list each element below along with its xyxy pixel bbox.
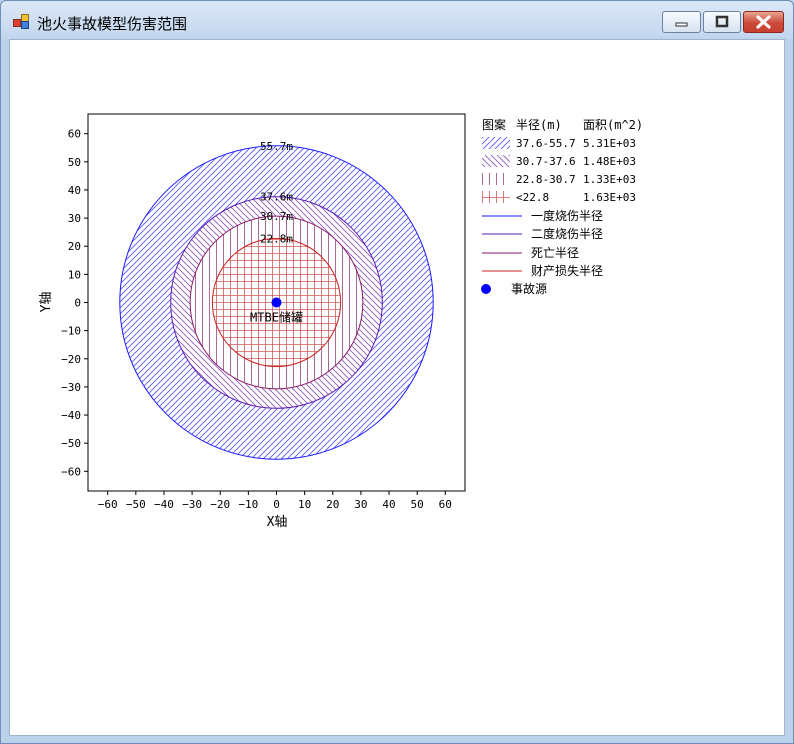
- x-tick-label: 60: [439, 498, 452, 511]
- legend-header-area: 面积(m^2): [583, 118, 643, 132]
- legend-zone-1-range: 37.6-55.7: [516, 137, 576, 150]
- radius-label-1: 55.7m: [260, 140, 293, 153]
- y-tick-label: −20: [61, 353, 81, 366]
- x-tick-label: −40: [154, 498, 174, 511]
- y-tick-label: −60: [61, 465, 81, 478]
- y-tick-label: 50: [68, 156, 81, 169]
- legend-zone-4-area: 1.63E+03: [583, 191, 636, 204]
- accident-source-marker: [271, 297, 282, 308]
- legend-zone-2-range: 30.7-37.6: [516, 155, 576, 168]
- maximize-button[interactable]: [703, 11, 741, 33]
- x-tick-label: −10: [238, 498, 258, 511]
- radius-label-3: 30.7m: [260, 210, 293, 223]
- x-tick-label: −30: [182, 498, 202, 511]
- y-tick-label: 40: [68, 184, 81, 197]
- y-tick-label: −40: [61, 409, 81, 422]
- radius-label-2: 37.6m: [260, 191, 293, 204]
- legend-line-first-degree-label: 一度烧伤半径: [531, 208, 603, 223]
- y-tick-label: −10: [61, 325, 81, 338]
- legend-zone-3-range: 22.8-30.7: [516, 173, 576, 186]
- x-tick-label: −20: [210, 498, 230, 511]
- legend-zone-4-range: <22.8: [516, 191, 549, 204]
- legend-source-marker: [481, 284, 491, 294]
- legend-swatch-zone-2: [482, 155, 510, 167]
- legend-source-label: 事故源: [511, 281, 547, 296]
- window-title: 池火事故模型伤害范围: [37, 15, 188, 33]
- legend-line-second-degree-label: 二度烧伤半径: [531, 226, 603, 241]
- accident-source-label: MTBE储罐: [250, 310, 303, 325]
- legend-header-radius: 半径(m): [516, 118, 562, 132]
- x-tick-label: 10: [298, 498, 311, 511]
- y-tick-label: 60: [68, 128, 81, 141]
- x-tick-label: 20: [326, 498, 339, 511]
- legend-line-death-label: 死亡半径: [531, 246, 579, 260]
- legend-swatch-zone-4: [482, 191, 510, 203]
- title-bar[interactable]: 池火事故模型伤害范围: [1, 1, 793, 39]
- y-tick-label: 0: [74, 297, 81, 310]
- legend-swatch-zone-3: [482, 173, 510, 185]
- close-button[interactable]: [743, 11, 784, 33]
- legend: 图案 半径(m) 面积(m^2) 37.6-55.7 5.31E+03 30.7…: [481, 117, 643, 296]
- legend-zone-2-area: 1.48E+03: [583, 155, 636, 168]
- maximize-icon: [715, 15, 729, 28]
- y-tick-label: −50: [61, 437, 81, 450]
- legend-zone-3-area: 1.33E+03: [583, 173, 636, 186]
- radius-label-4: 22.8m: [260, 232, 293, 245]
- legend-line-property-label: 财产损失半径: [531, 263, 603, 278]
- app-window: 池火事故模型伤害范围 55.7m 37.6m 30.7m 22.8m MTBE储…: [0, 0, 794, 744]
- x-axis-label: X轴: [267, 515, 288, 530]
- pool-fire-chart: 55.7m 37.6m 30.7m 22.8m MTBE储罐 −60 −50 −40 −30…: [39, 113, 643, 530]
- client-area: 55.7m 37.6m 30.7m 22.8m MTBE储罐 −60 −50 −40 −30…: [9, 39, 785, 736]
- close-icon: [756, 15, 771, 29]
- legend-swatch-zone-1: [482, 137, 510, 149]
- x-tick-label: 40: [382, 498, 395, 511]
- x-tick-label: 0: [273, 498, 280, 511]
- y-tick-label: 20: [68, 240, 81, 253]
- y-tick-label: 30: [68, 212, 81, 225]
- legend-zone-1-area: 5.31E+03: [583, 137, 636, 150]
- minimize-button[interactable]: [662, 11, 701, 33]
- y-tick-label: −30: [61, 381, 81, 394]
- x-tick-label: 30: [354, 498, 367, 511]
- x-axis-ticks: −60 −50 −40 −30 −20 −10 0 10 20 30 40 50 60: [98, 491, 452, 511]
- legend-header-pattern: 图案: [482, 117, 506, 132]
- y-axis-label: Y轴: [39, 292, 54, 313]
- x-tick-label: −60: [98, 498, 118, 511]
- y-axis-ticks: −60 −50 −40 −30 −20 −10 0 10 20 30 40 50 60: [61, 128, 88, 478]
- x-tick-label: −50: [126, 498, 146, 511]
- y-tick-label: 10: [68, 268, 81, 281]
- x-tick-label: 50: [411, 498, 424, 511]
- app-icon: [13, 14, 29, 29]
- minimize-icon: [675, 22, 688, 27]
